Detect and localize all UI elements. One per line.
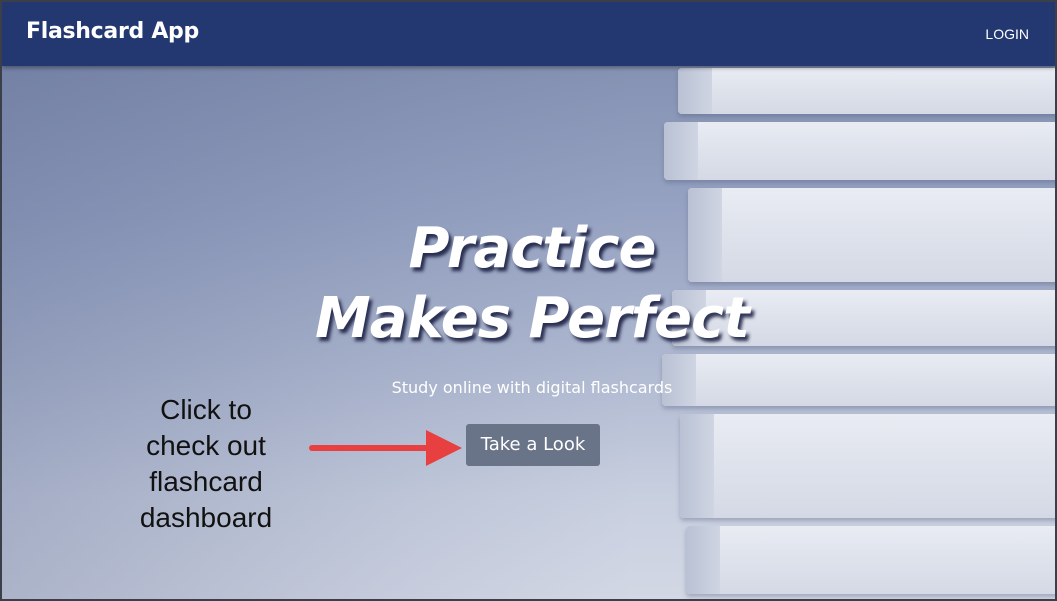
annotation-line-4: dashboard [139, 502, 273, 533]
hero-headline: Practice Makes Perfect [262, 214, 802, 354]
annotation-line-2: check out [146, 430, 266, 461]
hero-section: Practice Makes Perfect Study online with… [2, 66, 1055, 599]
annotation-arrow-icon [309, 430, 462, 466]
annotation-line-3: flashcard [149, 466, 263, 497]
app-window: Flashcard App LOGIN Practice Makes Perfe… [0, 0, 1057, 601]
arrow-shape [309, 430, 462, 466]
hero-subtitle: Study online with digital flashcards [391, 378, 673, 397]
annotation-line-1: Click to [160, 394, 252, 425]
login-link[interactable]: LOGIN [985, 26, 1029, 42]
headline-line-2: Makes Perfect [314, 286, 750, 351]
top-navbar: Flashcard App LOGIN [2, 2, 1055, 66]
take-a-look-button[interactable]: Take a Look [466, 424, 600, 466]
hero-content: Practice Makes Perfect Study online with… [2, 66, 1055, 599]
headline-line-1: Practice [408, 216, 656, 281]
annotation-callout: Click to check out flashcard dashboard [120, 392, 292, 536]
brand-logo[interactable]: Flashcard App [26, 19, 199, 44]
